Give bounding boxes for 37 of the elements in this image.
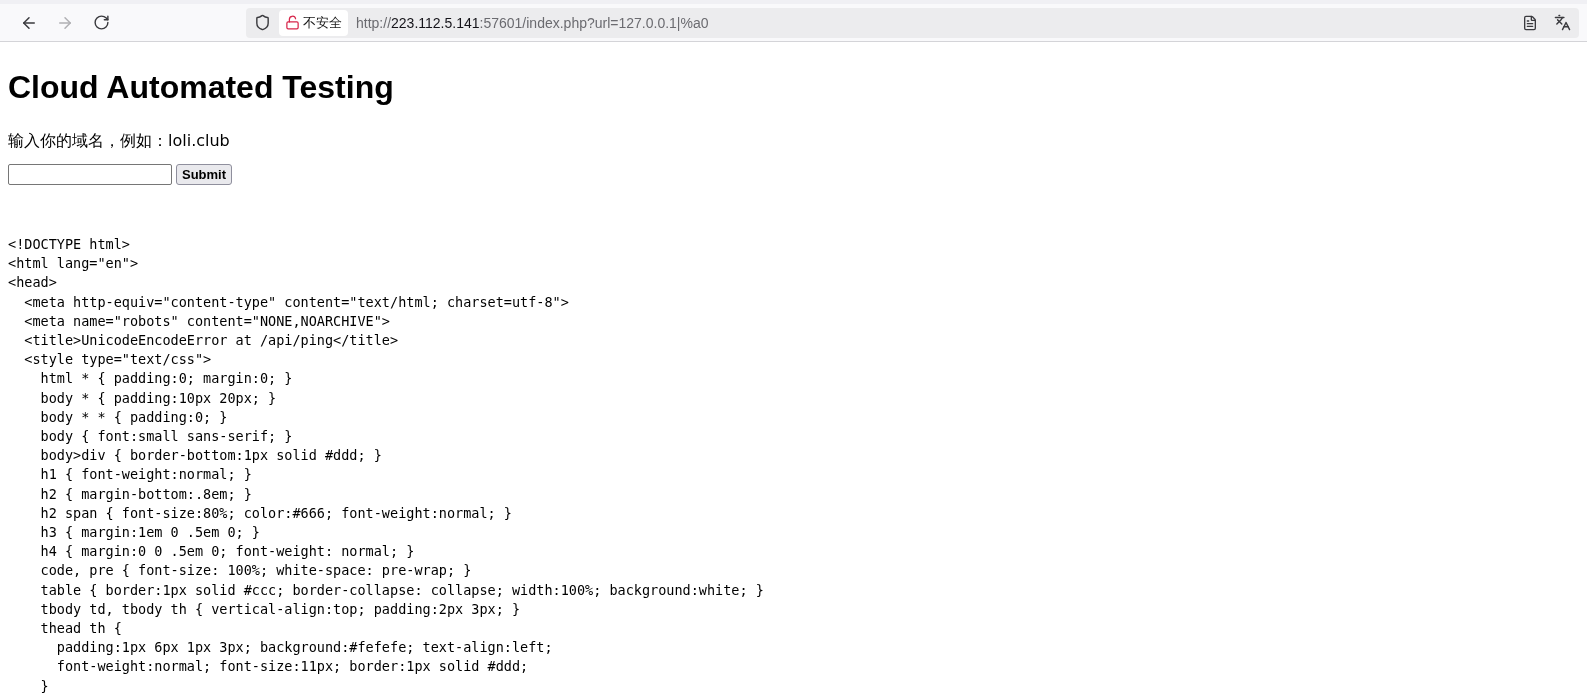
code-line: padding:1px 6px 1px 3px; background:#fefefe; text-align:left; bbox=[55, 638, 553, 658]
address-bar[interactable]: 不安全 http://223.112.5.141:57601/index.php?url=127.0.0.1|%a0 bbox=[246, 7, 1579, 38]
security-label: 不安全 bbox=[303, 13, 342, 32]
url-text: http://223.112.5.141:57601/index.php?url=127.0.0.1|%a0 bbox=[356, 14, 709, 31]
code-line: body * { padding:10px 20px; } bbox=[39, 388, 277, 408]
reload-icon bbox=[92, 14, 110, 31]
security-indicator[interactable]: 不安全 bbox=[279, 9, 348, 36]
code-line: h2 span { font-size:80%; color:#666; font-weight:normal; } bbox=[39, 503, 512, 523]
code-line: <!DOCTYPE html> bbox=[8, 235, 130, 254]
code-line: h1 { font-weight:normal; } bbox=[39, 465, 252, 485]
code-line: <style type="text/css"> bbox=[23, 350, 212, 370]
code-line: <title>UnicodeEncodeError at /api/ping</title> bbox=[23, 331, 399, 350]
code-line: html * { padding:0; margin:0; } bbox=[39, 369, 293, 389]
reader-icon[interactable] bbox=[1522, 14, 1538, 31]
code-line: } bbox=[39, 676, 49, 696]
code-line: body { font:small sans-serif; } bbox=[39, 427, 293, 447]
code-line: <html lang="en"> bbox=[8, 254, 139, 274]
code-line: <meta http-equiv="content-type" content="text/html; charset=utf-8"> bbox=[23, 292, 569, 312]
code-line: tbody td, tbody th { vertical-align:top; padding:2px 3px; } bbox=[39, 599, 521, 619]
domain-field[interactable] bbox=[8, 164, 172, 185]
code-line: h3 { margin:1em 0 .5em 0; } bbox=[39, 523, 260, 543]
code-line: thead th { bbox=[39, 619, 122, 639]
code-line: <meta name="robots" content="NONE,NOARCHIVE"> bbox=[23, 311, 390, 331]
code-line: h2 { margin-bottom:.8em; } bbox=[39, 484, 252, 504]
shield-icon[interactable] bbox=[254, 14, 271, 31]
code-line: body>div { border-bottom:1px solid #ddd; } bbox=[39, 446, 382, 466]
code-line: code, pre { font-size: 100%; white-space: pre-wrap; } bbox=[39, 561, 472, 581]
code-line: font-weight:normal; font-size:11px; border:1px solid #ddd; bbox=[55, 657, 529, 677]
page-heading: Cloud Automated Testing bbox=[8, 69, 395, 106]
code-line: body * * { padding:0; } bbox=[39, 407, 228, 427]
lock-icon bbox=[285, 15, 300, 30]
code-line: <head> bbox=[8, 273, 57, 293]
code-line: table { border:1px solid #ccc; border-collapse: collapse; width:100%; background:white; } bbox=[39, 580, 764, 600]
submit-button[interactable]: Submit bbox=[176, 164, 233, 185]
prompt-text: 输入你的域名，例如：loli.club bbox=[8, 131, 231, 152]
translate-icon[interactable] bbox=[1554, 14, 1571, 31]
code-line: h4 { margin:0 0 .5em 0; font-weight: normal; } bbox=[39, 542, 415, 562]
